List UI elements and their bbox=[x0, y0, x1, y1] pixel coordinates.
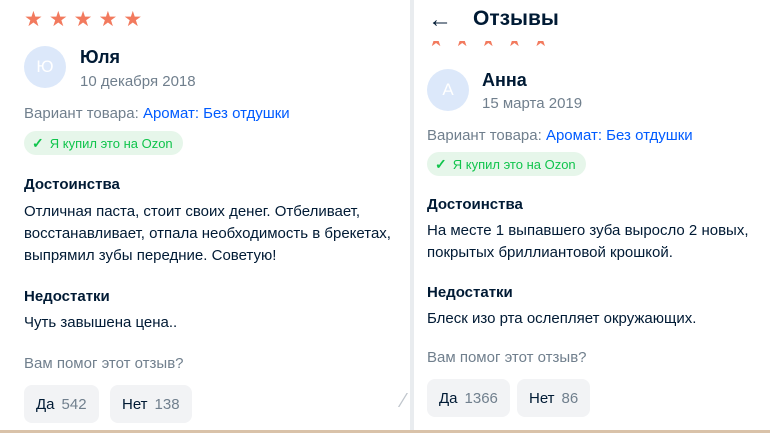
product-variant: Вариант товара: Аромат: Без отдушки bbox=[427, 127, 693, 144]
reviewer-name[interactable]: Анна bbox=[482, 70, 527, 91]
reviewer-name[interactable]: Юля bbox=[80, 47, 120, 68]
variant-label: Вариант товара: bbox=[24, 105, 139, 122]
helpful-question: Вам помог этот отзыв? bbox=[24, 355, 184, 372]
product-variant: Вариант товара: Аромат: Без отдушки bbox=[24, 105, 290, 122]
pros-text: На месте 1 выпавшего зуба выросло 2 новы… bbox=[427, 220, 748, 264]
pros-line: восстанавливает, отпала необходимость в … bbox=[24, 225, 391, 242]
star-icon: ★ bbox=[428, 41, 444, 50]
pros-text: Отличная паста, стоит своих денег. Отбел… bbox=[24, 201, 391, 267]
variant-value-link[interactable]: Аромат: Без отдушки bbox=[546, 127, 693, 144]
cons-text: Чуть завышена цена.. bbox=[24, 314, 178, 331]
pros-line: Отличная паста, стоит своих денег. Отбел… bbox=[24, 203, 361, 220]
pros-line: На месте 1 выпавшего зуба выросло 2 новы… bbox=[427, 222, 749, 239]
cons-title: Недостатки bbox=[427, 284, 513, 301]
star-icon: ★ bbox=[480, 41, 496, 50]
cons-text: Блеск изо рта ослепляет окружающих. bbox=[427, 310, 697, 327]
review-card-anna: ← Отзывы ★ ★ ★ ★ ★ А Анна 15 марта 2019 … bbox=[414, 0, 770, 433]
vote-no-label: Нет bbox=[122, 395, 148, 413]
vote-no-button[interactable]: Нет 86 bbox=[517, 379, 591, 417]
pros-title: Достоинства bbox=[24, 176, 120, 193]
pros-title: Достоинства bbox=[427, 196, 523, 213]
review-card-yulya: ★ ★ ★ ★ ★ Ю Юля 10 декабря 2018 Вариант … bbox=[0, 0, 410, 433]
verified-purchase-badge: ✓ Я купил это на Ozon bbox=[427, 152, 586, 176]
vote-no-label: Нет bbox=[529, 389, 555, 407]
vote-no-button[interactable]: Нет 138 bbox=[110, 385, 192, 423]
rating-stars: ★ ★ ★ ★ ★ bbox=[428, 41, 549, 50]
page-title: Отзывы bbox=[473, 7, 559, 30]
vote-no-count: 86 bbox=[561, 389, 579, 407]
helpful-question: Вам помог этот отзыв? bbox=[427, 349, 587, 366]
star-icon: ★ bbox=[48, 8, 68, 31]
badge-label: Я купил это на Ozon bbox=[49, 135, 173, 151]
arrow-left-icon[interactable]: ← bbox=[428, 6, 452, 34]
star-icon: ★ bbox=[98, 8, 118, 31]
badge-label: Я купил это на Ozon bbox=[452, 156, 576, 172]
star-icon: ★ bbox=[24, 8, 43, 31]
vote-yes-count: 1366 bbox=[464, 389, 498, 407]
vote-yes-count: 542 bbox=[61, 395, 87, 413]
vote-yes-label: Да bbox=[36, 395, 55, 413]
star-icon: ★ bbox=[73, 8, 93, 31]
star-icon: ★ bbox=[454, 41, 470, 50]
star-icon: ★ bbox=[506, 41, 522, 50]
review-date: 15 марта 2019 bbox=[482, 95, 583, 112]
vote-yes-button[interactable]: Да 542 bbox=[24, 385, 99, 423]
vote-no-count: 138 bbox=[154, 395, 180, 413]
avatar: А bbox=[427, 69, 469, 111]
edit-icon: ⁄ bbox=[402, 390, 406, 412]
vote-yes-label: Да bbox=[439, 389, 458, 407]
check-icon: ✓ bbox=[32, 134, 44, 151]
header-bar: ← Отзывы bbox=[414, 0, 770, 40]
check-icon: ✓ bbox=[435, 155, 447, 172]
rating-stars: ★ ★ ★ ★ ★ bbox=[24, 9, 142, 30]
pros-line: покрытых бриллиантовой крошкой. bbox=[427, 244, 673, 261]
avatar: Ю bbox=[24, 46, 66, 88]
variant-value-link[interactable]: Аромат: Без отдушки bbox=[143, 105, 290, 122]
review-date: 10 декабря 2018 bbox=[80, 73, 196, 90]
pros-line: выпрямил зубы передние. Советую! bbox=[24, 247, 277, 264]
star-icon: ★ bbox=[123, 8, 143, 31]
verified-purchase-badge: ✓ Я купил это на Ozon bbox=[24, 131, 183, 155]
cons-title: Недостатки bbox=[24, 288, 110, 305]
star-icon: ★ bbox=[533, 41, 549, 50]
variant-label: Вариант товара: bbox=[427, 127, 542, 144]
vote-yes-button[interactable]: Да 1366 bbox=[427, 379, 510, 417]
